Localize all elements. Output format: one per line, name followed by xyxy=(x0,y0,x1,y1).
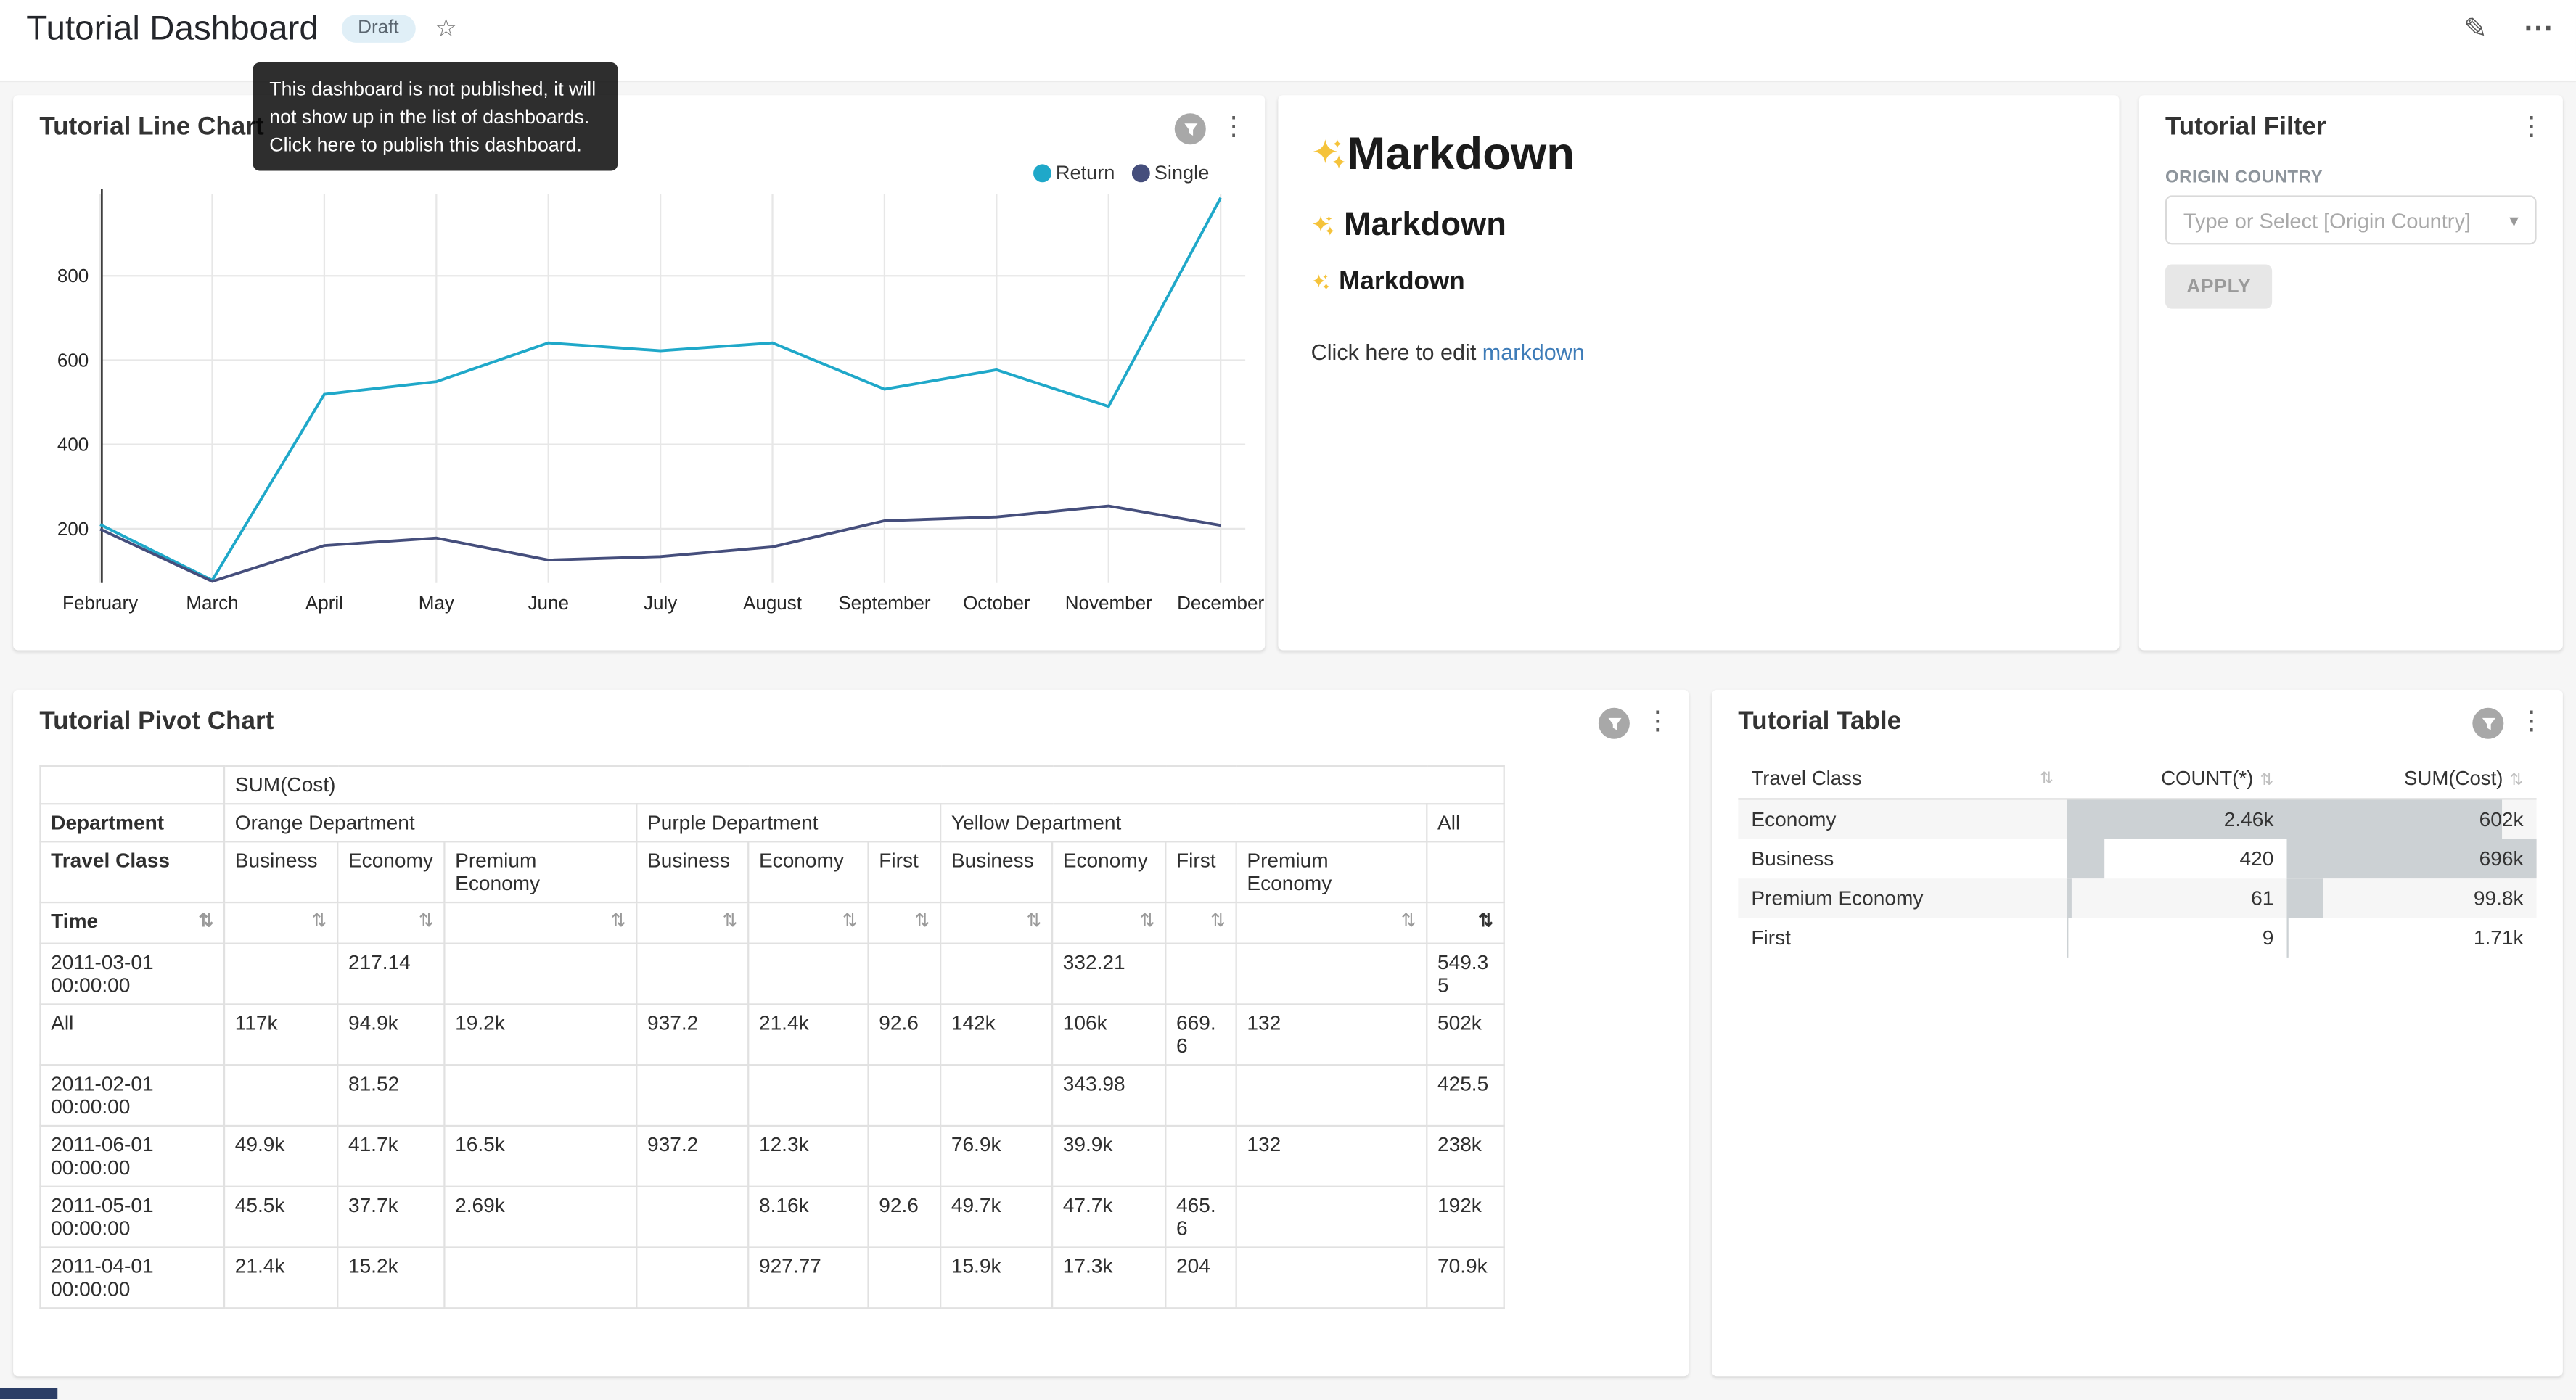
sort-icon[interactable]: ⇅ xyxy=(723,910,738,931)
sort-icon[interactable]: ⇅ xyxy=(1027,910,1042,931)
svg-text:800: 800 xyxy=(57,265,89,287)
more-options-icon[interactable]: ⋯ xyxy=(2524,12,2554,46)
filter-card-title: Tutorial Filter xyxy=(2165,113,2326,143)
sort-icon[interactable]: ⇅ xyxy=(2040,770,2054,788)
pivot-row: 2011-04-01 00:00:0021.4k15.2k927.7715.9k… xyxy=(40,1248,1504,1309)
sort-icon[interactable]: ⇅ xyxy=(1401,910,1416,931)
sort-icon[interactable]: ⇅ xyxy=(1210,910,1226,931)
dashboard-page: Tutorial Dashboard Draft ☆ ✎ ⋯ This dash… xyxy=(0,0,2576,1399)
svg-text:December: December xyxy=(1177,592,1264,614)
markdown-edit-link[interactable]: markdown xyxy=(1482,340,1585,365)
svg-text:200: 200 xyxy=(57,518,89,540)
table-row: Business420696k xyxy=(1738,839,2536,878)
bottom-left-strip xyxy=(0,1388,57,1399)
filter-indicator-icon[interactable] xyxy=(1599,708,1630,739)
legend-dot xyxy=(1131,163,1149,181)
sparkles-icon xyxy=(1311,136,1348,173)
table-card-title: Tutorial Table xyxy=(1738,708,1901,738)
table-header-row: Travel Class⇅COUNT(*)⇅SUM(Cost)⇅ xyxy=(1738,759,2536,799)
table-row: First91.71k xyxy=(1738,918,2536,958)
svg-text:April: April xyxy=(305,592,343,614)
favorite-star-icon[interactable]: ☆ xyxy=(435,17,456,41)
sort-icon[interactable]: ⇅ xyxy=(2510,772,2524,790)
sort-icon[interactable]: ⇅ xyxy=(419,910,434,931)
sort-icon[interactable]: ⇅ xyxy=(1478,910,1493,931)
pivot-chart-card: Tutorial Pivot Chart ⋮ SUM(Cost)Departme… xyxy=(13,690,1689,1376)
markdown-paragraph: Click here to edit markdown xyxy=(1311,340,2087,365)
table-card-menu-icon[interactable]: ⋮ xyxy=(2516,707,2546,739)
svg-text:March: March xyxy=(186,592,238,614)
legend-dot xyxy=(1033,163,1051,181)
filter-card: Tutorial Filter ⋮ ORIGIN COUNTRY Type or… xyxy=(2139,95,2563,650)
pivot-subheader-row: Travel ClassBusinessEconomyPremium Econo… xyxy=(40,841,1504,902)
svg-text:May: May xyxy=(419,592,454,614)
sort-icon[interactable]: ⇅ xyxy=(312,910,327,931)
line-chart-card: Tutorial Line Chart ⋮ ReturnSingle 20040… xyxy=(13,95,1265,650)
sort-icon[interactable]: ⇅ xyxy=(198,910,213,931)
pivot-measure-row: SUM(Cost) xyxy=(40,766,1504,804)
origin-country-select[interactable]: Type or Select [Origin Country] ▾ xyxy=(2165,195,2537,244)
svg-text:600: 600 xyxy=(57,350,89,371)
pivot-row: 2011-03-01 00:00:00217.14332.21549.35 xyxy=(40,944,1504,1005)
pivot-row: 2011-06-01 00:00:0049.9k41.7k16.5k937.21… xyxy=(40,1126,1504,1187)
markdown-heading-1: Markdown xyxy=(1311,128,2087,181)
markdown-heading-2: Markdown xyxy=(1311,207,2087,244)
sparkles-icon xyxy=(1311,273,1331,292)
legend-item[interactable]: Return xyxy=(1033,161,1115,184)
pivot-chart-title: Tutorial Pivot Chart xyxy=(39,708,274,738)
sparkles-icon xyxy=(1311,213,1336,238)
svg-text:November: November xyxy=(1065,592,1152,614)
page-title: Tutorial Dashboard xyxy=(26,4,319,54)
pivot-table: SUM(Cost)DepartmentOrange DepartmentPurp… xyxy=(39,765,1505,1309)
svg-text:February: February xyxy=(62,592,138,614)
sort-icon[interactable]: ⇅ xyxy=(611,910,626,931)
data-table: Travel Class⇅COUNT(*)⇅SUM(Cost)⇅Economy2… xyxy=(1738,759,2536,958)
line-chart-legend: Return Single xyxy=(1033,161,1209,184)
pivot-sort-row: Time⇅⇅⇅⇅⇅⇅⇅⇅⇅⇅⇅⇅ xyxy=(40,902,1504,944)
sort-icon[interactable]: ⇅ xyxy=(842,910,858,931)
svg-text:September: September xyxy=(838,592,931,614)
pivot-group-header-row: DepartmentOrange DepartmentPurple Depart… xyxy=(40,804,1504,841)
markdown-paragraph-text: Click here to edit xyxy=(1311,340,1482,365)
svg-text:400: 400 xyxy=(57,434,89,456)
pivot-row: 2011-05-01 00:00:0045.5k37.7k2.69k8.16k9… xyxy=(40,1187,1504,1248)
svg-text:August: August xyxy=(743,592,803,614)
svg-text:October: October xyxy=(963,592,1030,614)
edit-dashboard-icon[interactable]: ✎ xyxy=(2464,12,2487,45)
sort-icon[interactable]: ⇅ xyxy=(915,910,930,931)
table-row: Economy2.46k602k xyxy=(1738,799,2536,839)
markdown-content: Markdown Markdown Markdown Click here to… xyxy=(1311,128,2087,365)
legend-item[interactable]: Single xyxy=(1131,161,1209,184)
apply-button[interactable]: APPLY xyxy=(2165,265,2273,309)
svg-text:June: June xyxy=(528,592,569,614)
pivot-row: All117k94.9k19.2k937.221.4k92.6142k106k6… xyxy=(40,1004,1504,1065)
svg-text:July: July xyxy=(644,592,677,614)
pivot-row: 2011-02-01 00:00:0081.52343.98425.5 xyxy=(40,1065,1504,1126)
select-placeholder: Type or Select [Origin Country] xyxy=(2183,207,2503,232)
markdown-card: Markdown Markdown Markdown Click here to… xyxy=(1278,95,2119,650)
markdown-heading-3: Markdown xyxy=(1311,268,2087,297)
draft-tooltip[interactable]: This dashboard is not published, it will… xyxy=(253,62,618,171)
filter-indicator-icon[interactable] xyxy=(2472,708,2503,739)
table-row: Premium Economy6199.8k xyxy=(1738,878,2536,918)
sort-icon[interactable]: ⇅ xyxy=(1140,910,1155,931)
pivot-chart-menu-icon[interactable]: ⋮ xyxy=(1643,707,1673,739)
sort-icon[interactable]: ⇅ xyxy=(2260,772,2273,790)
table-card: Tutorial Table ⋮ Travel Class⇅COUNT(*)⇅S… xyxy=(1712,690,2563,1376)
chevron-down-icon: ▾ xyxy=(2509,210,2519,231)
filter-card-menu-icon[interactable]: ⋮ xyxy=(2516,112,2546,144)
origin-country-label: ORIGIN COUNTRY xyxy=(2165,168,2323,187)
draft-badge[interactable]: Draft xyxy=(342,15,416,44)
